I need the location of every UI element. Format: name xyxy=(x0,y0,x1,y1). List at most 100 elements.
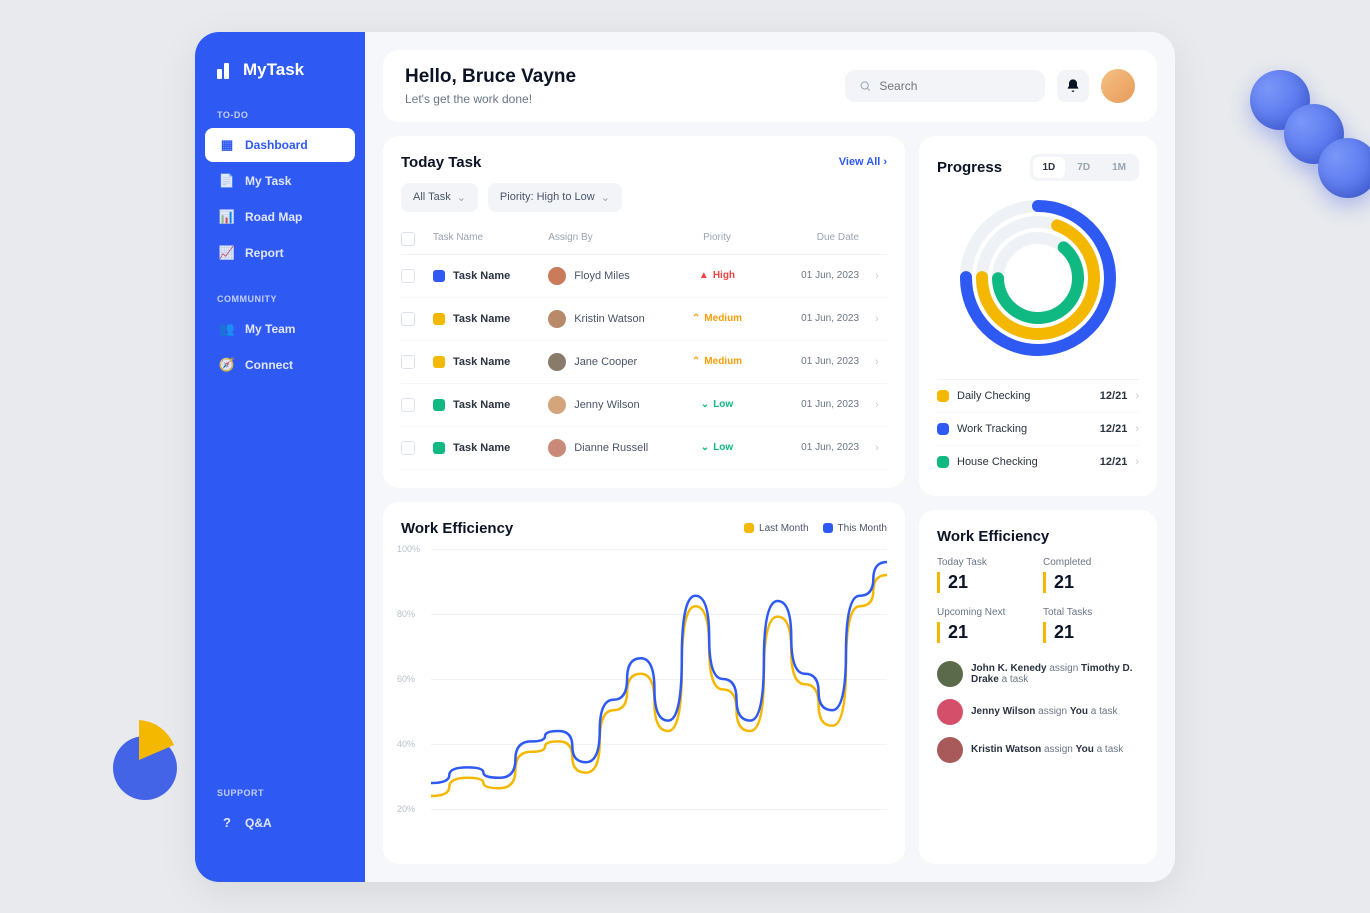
nav-heading: COMMUNITY xyxy=(195,284,365,310)
progress-value: 12/21 xyxy=(1100,456,1128,468)
y-axis-label: 40% xyxy=(397,739,415,749)
nav-item-my-team[interactable]: 👥My Team xyxy=(205,312,355,346)
app-window: MyTask TO-DO▦Dashboard📄My Task📊Road Map📈… xyxy=(195,32,1175,882)
activity-text: John K. Kenedy assign Timothy D. Drake a… xyxy=(971,663,1139,685)
nav-label: Dashboard xyxy=(245,138,308,152)
activity-text: Jenny Wilson assign You a task xyxy=(971,706,1117,717)
progress-label: House Checking xyxy=(957,456,1092,468)
nav-item-my-task[interactable]: 📄 My Task xyxy=(205,164,355,198)
filter-priority[interactable]: Piority: High to Low⌄ xyxy=(488,183,622,212)
search-box[interactable] xyxy=(845,70,1045,102)
greeting-title: Hello, Bruce Vayne xyxy=(405,66,576,88)
stat-value: 21 xyxy=(1043,572,1139,593)
activity-avatar xyxy=(937,699,963,725)
progress-item[interactable]: Daily Checking12/21› xyxy=(937,379,1139,412)
priority-icon: ⌃ xyxy=(692,356,700,367)
assignee-name: Jane Cooper xyxy=(574,356,637,368)
activity-item: John K. Kenedy assign Timothy D. Drake a… xyxy=(937,661,1139,687)
nav-item-dashboard[interactable]: ▦Dashboard xyxy=(205,128,355,162)
task-priority: ⌄ Low xyxy=(672,399,761,410)
work-eff-title: Work Efficiency xyxy=(937,528,1139,545)
progress-item[interactable]: Work Tracking12/21› xyxy=(937,412,1139,445)
time-tab-1d[interactable]: 1D xyxy=(1033,157,1066,178)
greeting-subtitle: Let's get the work done! xyxy=(405,92,576,106)
assignee-avatar xyxy=(548,353,566,371)
chevron-right-icon[interactable]: › xyxy=(867,399,887,411)
priority-icon: ▲ xyxy=(699,270,709,281)
today-task-card: Today Task View All› All Task⌄ Piority: … xyxy=(383,136,905,488)
chevron-right-icon: › xyxy=(883,156,887,168)
assignee-avatar xyxy=(548,310,566,328)
filter-all-task[interactable]: All Task⌄ xyxy=(401,183,478,212)
task-row[interactable]: Task Name Jane Cooper ⌃ Medium 01 Jun, 2023… xyxy=(401,341,887,384)
user-avatar[interactable] xyxy=(1101,69,1135,103)
task-row[interactable]: Task NameJenny Wilson⌄ Low01 Jun, 2023› xyxy=(401,384,887,427)
task-color-dot xyxy=(433,270,445,282)
view-all-link[interactable]: View All› xyxy=(839,156,887,168)
time-tab-7d[interactable]: 7D xyxy=(1067,157,1100,178)
brand-text: MyTask xyxy=(243,60,304,80)
compass-icon: 🧭 xyxy=(219,357,235,373)
search-icon xyxy=(859,79,871,93)
nav-label: Q&A xyxy=(245,816,272,830)
select-all-checkbox[interactable] xyxy=(401,232,415,246)
chevron-right-icon[interactable]: › xyxy=(867,442,887,454)
assignee-name: Jenny Wilson xyxy=(574,399,639,411)
chevron-down-icon: ⌄ xyxy=(601,191,610,204)
nav-item-q&a[interactable]: ?Q&A xyxy=(205,806,355,840)
decorative-pie-chart xyxy=(100,718,190,813)
task-checkbox[interactable] xyxy=(401,312,415,326)
y-axis-label: 100% xyxy=(397,544,420,554)
chevron-right-icon[interactable]: › xyxy=(867,313,887,325)
task-name-text: Task Name xyxy=(453,356,510,368)
task-color-dot xyxy=(433,356,445,368)
progress-item[interactable]: House Checking 12/21 › xyxy=(937,445,1139,478)
task-checkbox[interactable] xyxy=(401,269,415,283)
task-color-dot xyxy=(433,313,445,325)
nav-item-report[interactable]: 📈Report xyxy=(205,236,355,270)
task-checkbox[interactable] xyxy=(401,398,415,412)
bell-icon xyxy=(1065,78,1081,94)
task-row[interactable]: Task NameDianne Russell⌄ Low01 Jun, 2023… xyxy=(401,427,887,470)
greeting: Hello, Bruce Vayne Let's get the work do… xyxy=(405,66,576,106)
task-checkbox[interactable] xyxy=(401,441,415,455)
priority-icon: ⌄ xyxy=(701,442,709,453)
stat-value: 21 xyxy=(937,572,1033,593)
nav-label: Road Map xyxy=(245,210,302,224)
nav-heading: TO-DO xyxy=(195,100,365,126)
progress-dot xyxy=(937,390,949,402)
progress-label: Daily Checking xyxy=(957,390,1092,402)
main-content: Hello, Bruce Vayne Let's get the work do… xyxy=(365,32,1175,882)
assignee-avatar xyxy=(548,267,566,285)
task-priority: ⌃ Medium xyxy=(672,356,761,367)
task-checkbox[interactable] xyxy=(401,355,415,369)
col-assign-by: Assign By xyxy=(548,232,664,246)
calendar-icon: 📈 xyxy=(219,245,235,261)
col-priority: Piority xyxy=(672,232,761,246)
chevron-right-icon[interactable]: › xyxy=(867,356,887,368)
chevron-right-icon[interactable]: › xyxy=(867,270,887,282)
col-task-name: Task Name xyxy=(433,232,540,246)
task-due-date: 01 Jun, 2023 xyxy=(770,356,859,367)
doc-icon: 📄 xyxy=(219,173,235,189)
search-input[interactable] xyxy=(879,79,1031,93)
progress-ring-chart xyxy=(937,193,1139,363)
legend-last-month: Last Month xyxy=(759,523,808,534)
notifications-button[interactable] xyxy=(1057,70,1089,102)
chevron-right-icon: › xyxy=(1135,456,1139,468)
task-due-date: 01 Jun, 2023 xyxy=(770,399,859,410)
progress-title: Progress xyxy=(937,159,1002,176)
chart-legend: Last Month This Month xyxy=(744,523,887,534)
progress-card: Progress 1D7D1M Daily Checkin xyxy=(919,136,1157,496)
brand-icon xyxy=(217,61,235,79)
nav-label: My Team xyxy=(245,322,295,336)
stat-label: Today Task xyxy=(937,557,1033,568)
assignee-name: Floyd Miles xyxy=(574,270,630,282)
task-row[interactable]: Task NameFloyd Miles▲ High01 Jun, 2023› xyxy=(401,255,887,298)
nav-item-connect[interactable]: 🧭Connect xyxy=(205,348,355,382)
progress-value: 12/21 xyxy=(1100,423,1128,435)
time-tab-1m[interactable]: 1M xyxy=(1102,157,1136,178)
nav-item-road-map[interactable]: 📊Road Map xyxy=(205,200,355,234)
nav-label: My Task xyxy=(245,174,291,188)
task-row[interactable]: Task NameKristin Watson⌃ Medium01 Jun, 2… xyxy=(401,298,887,341)
